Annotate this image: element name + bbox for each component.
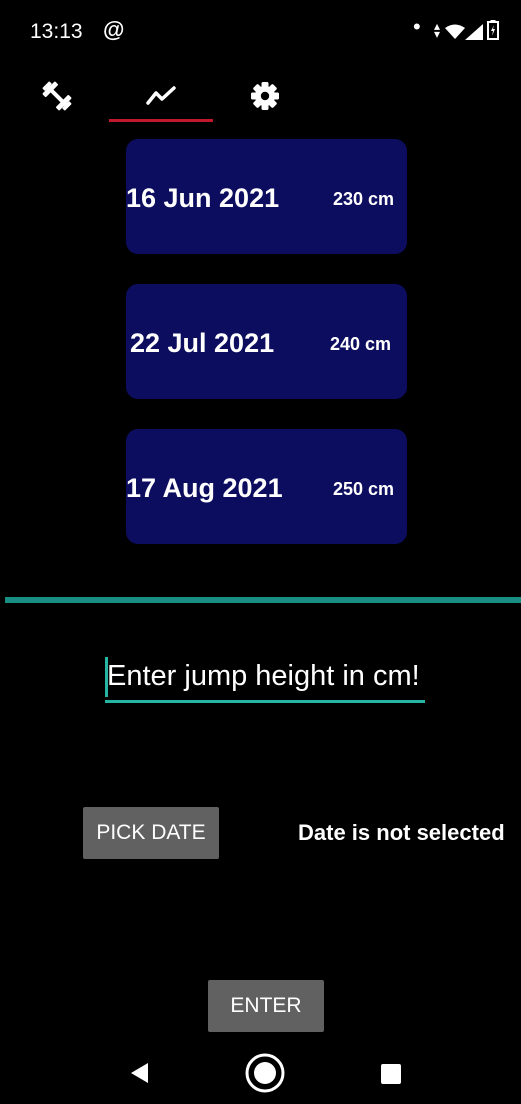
tab-workouts[interactable]	[5, 68, 109, 124]
cell-signal-icon	[465, 24, 483, 40]
entry-card[interactable]: 22 Jul 2021 240 cm	[126, 284, 407, 399]
tab-indicator	[109, 119, 213, 122]
system-nav-bar	[0, 1040, 521, 1104]
wifi-icon	[445, 24, 465, 39]
home-icon[interactable]	[244, 1052, 286, 1094]
entry-card[interactable]: 17 Aug 2021 250 cm	[126, 429, 407, 544]
pick-date-button[interactable]: PICK DATE	[83, 807, 219, 859]
notification-dot-icon: •	[413, 14, 421, 39]
jump-height-field[interactable]	[105, 654, 425, 704]
gear-icon	[251, 82, 279, 110]
enter-button[interactable]: ENTER	[208, 980, 324, 1032]
chart-line-icon	[146, 86, 176, 105]
date-status-label: Date is not selected	[298, 820, 505, 845]
input-underline	[105, 700, 425, 703]
back-icon[interactable]	[128, 1061, 150, 1085]
tab-settings[interactable]	[213, 68, 317, 124]
entry-height: 240 cm	[330, 334, 392, 354]
entry-height: 230 cm	[333, 189, 395, 209]
data-activity-icon: ▴ ▾	[434, 19, 441, 41]
section-divider	[5, 597, 521, 603]
entry-card[interactable]: 16 Jun 2021 230 cm	[126, 139, 407, 254]
jump-height-input[interactable]	[107, 654, 425, 698]
recents-icon[interactable]	[380, 1063, 402, 1085]
battery-icon	[487, 20, 499, 40]
entry-height: 250 cm	[333, 479, 395, 499]
status-bar: 13:13 @ • ▴ ▾	[0, 0, 521, 60]
tab-progress[interactable]	[109, 68, 213, 124]
entry-date: 16 Jun 2021	[126, 183, 280, 213]
at-sign-icon: @	[103, 17, 125, 42]
entry-date: 17 Aug 2021	[126, 473, 283, 503]
status-time: 13:13	[30, 20, 83, 43]
tab-bar	[0, 68, 521, 124]
entry-date: 22 Jul 2021	[130, 328, 275, 358]
dumbbell-icon	[42, 81, 72, 111]
text-cursor	[105, 657, 108, 697]
